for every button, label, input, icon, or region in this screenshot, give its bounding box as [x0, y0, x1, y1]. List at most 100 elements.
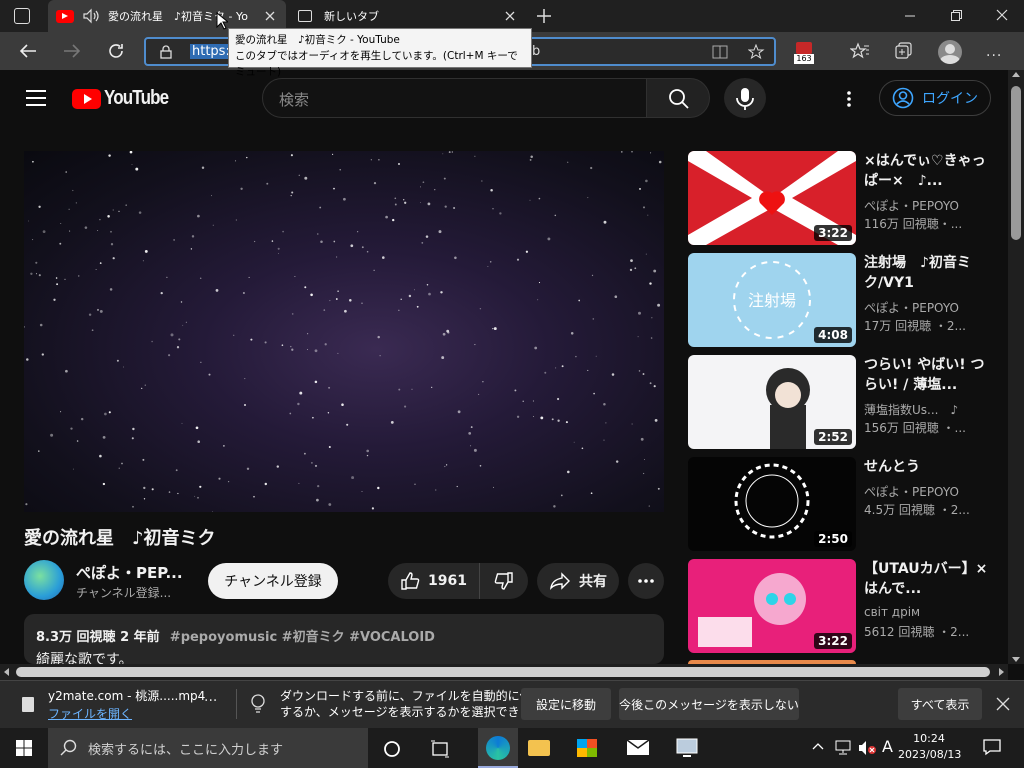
video-thumbnail[interactable]: 注射場 4:08	[688, 253, 856, 347]
split-screen-icon[interactable]	[712, 44, 728, 60]
scrollbar-thumb[interactable]	[16, 667, 990, 677]
message-line: ダウンロードする前に、ファイルを自動的に保存	[280, 689, 544, 703]
favorites-icon[interactable]	[850, 42, 870, 60]
open-file-link[interactable]: ファイルを開く	[48, 705, 132, 722]
recommendation-item[interactable]: 2:50 せんとう ぺぽよ・PEPOYO 4.5万 回視聴 ・2...	[688, 457, 998, 553]
vertical-scrollbar[interactable]	[1008, 70, 1024, 664]
recommendation-title[interactable]: せんとう	[864, 457, 992, 477]
speaker-icon[interactable]	[82, 8, 100, 24]
thumbs-up-icon	[401, 572, 420, 590]
video-player[interactable]	[24, 151, 664, 512]
dont-show-again-button[interactable]: 今後このメッセージを表示しない	[619, 688, 799, 720]
message-line: するか、メッセージを表示するかを選択できます。	[280, 705, 555, 719]
scrollbar-thumb[interactable]	[1011, 86, 1021, 240]
recommendation-title[interactable]: 【UTAUカバー】×はんで...	[864, 559, 992, 599]
recommendation-channel[interactable]: ぺぽよ・PEPOYO	[864, 483, 959, 500]
close-tab-icon[interactable]	[262, 8, 278, 24]
tab-actions-icon[interactable]	[14, 8, 30, 24]
recommendation-item[interactable]: 3:22 【UTAUカバー】×はんで... світ дрім 5612 回視聴 ・2…	[688, 559, 998, 655]
share-label: 共有	[579, 574, 607, 590]
restore-button[interactable]	[942, 8, 970, 24]
search-input[interactable]: 検索	[262, 78, 648, 118]
recommendation-item[interactable]: 3:22 ×はんでぃ♡きゃっぱー× ♪... ぺぽよ・PEPOYO 116万 回視聴・…	[688, 151, 998, 247]
edge-icon[interactable]	[478, 728, 518, 768]
close-download-bar-icon[interactable]	[996, 697, 1010, 711]
voice-search-button[interactable]	[724, 78, 766, 118]
mail-icon[interactable]	[625, 736, 651, 760]
tab-tooltip: 愛の流れ星 ♪初音ミク - YouTube このタブではオーディオを再生していま…	[228, 28, 532, 78]
recommendation-title[interactable]: ×はんでぃ♡きゃっぱー× ♪...	[864, 151, 992, 191]
settings-kebab-icon[interactable]	[846, 90, 852, 108]
video-thumbnail[interactable]: 3:22	[688, 151, 856, 245]
lock-icon[interactable]	[160, 45, 172, 59]
download-more-icon[interactable]: ···	[204, 693, 217, 709]
like-dislike-group: 1961	[388, 563, 528, 599]
download-message: ダウンロードする前に、ファイルを自動的に保存 するか、メッセージを表示するかを選…	[280, 688, 554, 720]
extension-icon[interactable]: 163	[794, 42, 814, 64]
recommendation-channel[interactable]: 薄塩指数Us... ♪	[864, 401, 958, 418]
like-button[interactable]: 1961	[388, 563, 480, 599]
thumbs-down-icon	[494, 572, 513, 590]
more-actions-button[interactable]	[628, 563, 664, 599]
ime-indicator[interactable]: A	[882, 737, 893, 756]
like-count: 1961	[428, 573, 467, 589]
add-favorite-icon[interactable]	[748, 44, 766, 60]
url-text[interactable]: https:	[190, 44, 232, 59]
refresh-button[interactable]	[106, 41, 126, 61]
description-box[interactable]: 8.3万 回視聴 2 年前 #pepoyomusic #初音ミク #VOCALO…	[24, 614, 664, 668]
url-tail: b	[532, 44, 541, 59]
file-explorer-icon[interactable]	[528, 736, 554, 760]
recommendation-item[interactable]: 注射場 4:08 注射場 ♪初音ミク/VY1 ぺぽよ・PEPOYO 17万 回視聴 ・2…	[688, 253, 998, 349]
network-icon[interactable]	[834, 739, 852, 755]
horizontal-scrollbar[interactable]	[0, 664, 1008, 680]
recommendation-meta: 17万 回視聴 ・2...	[864, 319, 966, 333]
task-view-icon[interactable]	[430, 740, 450, 758]
recommendation-item[interactable]: 2:52 つらい! やばい! つらい! / 薄塩... 薄塩指数Us... ♪ 156…	[688, 355, 998, 451]
notification-icon[interactable]	[982, 738, 1002, 756]
recommendation-title[interactable]: つらい! やばい! つらい! / 薄塩...	[864, 355, 992, 395]
taskbar-clock[interactable]: 10:24 2023/08/13	[898, 731, 961, 763]
video-thumbnail[interactable]: 2:50	[688, 457, 856, 551]
show-all-button[interactable]: すべて表示	[898, 688, 982, 720]
hamburger-menu-icon[interactable]	[26, 90, 46, 106]
subscribe-button[interactable]: チャンネル登録	[208, 563, 338, 599]
channel-name[interactable]: ぺぽよ・PEP...	[76, 562, 183, 583]
new-tab-button[interactable]	[534, 6, 554, 26]
youtube-favicon-icon	[56, 9, 74, 23]
minimize-button[interactable]	[896, 8, 924, 24]
cortana-icon[interactable]	[383, 740, 401, 758]
volume-muted-icon[interactable]	[858, 740, 878, 756]
video-duration: 2:50	[814, 531, 852, 547]
go-to-settings-button[interactable]: 設定に移動	[521, 688, 611, 720]
recommendation-title[interactable]: 注射場 ♪初音ミク/VY1	[864, 253, 992, 293]
store-icon[interactable]	[577, 736, 603, 760]
back-button[interactable]	[18, 42, 38, 60]
login-button[interactable]: ログイン	[879, 80, 991, 116]
video-duration: 4:08	[814, 327, 852, 343]
video-thumbnail[interactable]: 3:22	[688, 559, 856, 653]
windows-start-icon[interactable]	[16, 740, 32, 756]
hashtags[interactable]: #pepoyomusic #初音ミク #VOCALOID	[170, 630, 435, 645]
search-button[interactable]	[646, 78, 710, 118]
taskbar-search-input[interactable]: 検索するには、ここに入力します	[48, 728, 368, 768]
recommendation-channel[interactable]: ぺぽよ・PEPOYO	[864, 197, 959, 214]
forward-button[interactable]	[62, 42, 82, 60]
login-label: ログイン	[922, 91, 978, 107]
profile-avatar[interactable]	[938, 40, 962, 64]
recommendation-channel[interactable]: ぺぽよ・PEPOYO	[864, 299, 959, 316]
channel-avatar[interactable]	[24, 560, 64, 600]
dislike-button[interactable]	[480, 563, 528, 599]
share-button[interactable]: 共有	[537, 563, 619, 599]
recommendation-channel[interactable]: світ дрім	[864, 605, 920, 619]
file-icon	[22, 697, 34, 712]
close-window-button[interactable]	[988, 8, 1016, 24]
lightbulb-icon	[250, 694, 266, 714]
video-thumbnail[interactable]: 2:52	[688, 355, 856, 449]
youtube-logo[interactable]: YouTube	[72, 87, 180, 110]
remote-desktop-icon[interactable]	[674, 736, 700, 760]
settings-more-icon[interactable]: ···	[986, 48, 1002, 64]
collections-icon[interactable]	[894, 42, 914, 60]
tray-expand-icon[interactable]	[812, 741, 824, 751]
close-tab-icon[interactable]	[502, 8, 518, 24]
download-filename[interactable]: y2mate.com - 桃源.....mp4	[48, 687, 205, 704]
